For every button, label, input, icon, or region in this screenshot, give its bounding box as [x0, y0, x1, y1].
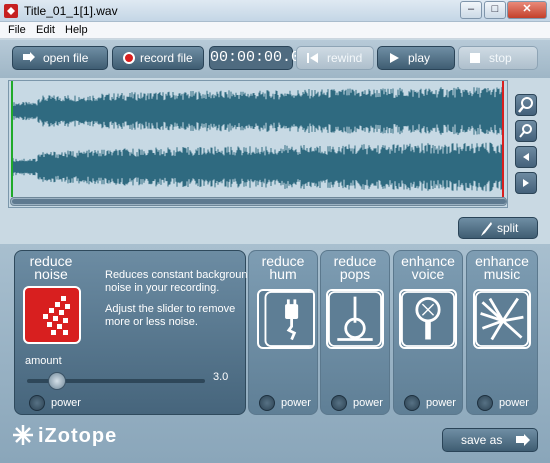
zoom-out-button[interactable]	[515, 120, 537, 142]
stop-icon	[470, 53, 480, 63]
close-button[interactable]: ✕	[507, 1, 547, 19]
microphone-icon[interactable]	[399, 289, 457, 349]
scroll-left-icon	[523, 153, 529, 161]
open-file-icon	[23, 52, 35, 62]
reduce-noise-title: reduce noise	[29, 253, 73, 282]
amount-slider-knob[interactable]	[48, 372, 67, 390]
menu-file[interactable]: File	[8, 24, 26, 36]
scroll-right-button[interactable]	[515, 172, 537, 194]
minimize-button[interactable]: –	[460, 1, 482, 19]
save-as-button[interactable]: save as	[442, 428, 538, 452]
zoom-in-button[interactable]	[515, 94, 537, 116]
waveform-scrollbar[interactable]	[10, 197, 507, 206]
play-label: play	[408, 51, 431, 65]
enhance-voice-title: enhance voice	[401, 253, 455, 282]
reduce-hum-power-button[interactable]	[259, 395, 275, 411]
izotope-logo-icon	[13, 425, 33, 445]
reduce-hum-power-label: power	[281, 397, 311, 409]
reduce-noise-desc-1: Reduces constant background noise in you…	[105, 269, 254, 294]
reduce-pops-power-button[interactable]	[331, 395, 347, 411]
enhance-voice-power-label: power	[426, 397, 456, 409]
open-file-label: open file	[43, 51, 89, 65]
transport-toolbar: open file record file 00:00:00.0 rewind …	[0, 40, 550, 78]
rewind-icon	[307, 53, 318, 63]
open-file-button[interactable]: open file	[12, 46, 108, 70]
reduce-noise-power-label: power	[51, 397, 81, 409]
amount-label: amount	[25, 355, 62, 367]
enhance-music-title: enhance music	[475, 253, 529, 282]
music-rays-icon[interactable]	[473, 289, 531, 349]
amount-value: 3.0	[213, 371, 229, 383]
reduce-hum-module[interactable]: reduce hum power	[248, 250, 318, 415]
scroll-left-button[interactable]	[515, 146, 537, 168]
enhance-music-power-label: power	[499, 397, 529, 409]
app-icon	[4, 4, 18, 18]
waveform-channel-1	[12, 87, 503, 135]
split-label: split	[497, 221, 519, 235]
stop-label: stop	[489, 51, 512, 65]
save-as-label: save as	[461, 433, 503, 447]
waveform-channel-2	[12, 142, 503, 192]
menu-bar: File Edit Help	[0, 22, 550, 39]
waveform-panel[interactable]	[8, 80, 508, 208]
record-icon	[123, 52, 135, 64]
plug-icon[interactable]	[257, 289, 315, 349]
reduce-noise-power-button[interactable]	[29, 395, 45, 411]
zoom-in-icon	[518, 97, 533, 113]
reduce-noise-desc-2: Adjust the slider to remove more or less…	[105, 303, 236, 328]
reduce-pops-module[interactable]: reduce pops power	[320, 250, 390, 415]
rewind-button[interactable]: rewind	[296, 46, 374, 70]
reduce-pops-title: reduce pops	[333, 253, 377, 282]
enhance-music-power-button[interactable]	[477, 395, 493, 411]
play-icon	[390, 53, 399, 63]
enhance-music-module[interactable]: enhance music power	[466, 250, 538, 415]
enhance-voice-module[interactable]: enhance voice power	[393, 250, 463, 415]
menu-help[interactable]: Help	[65, 24, 88, 36]
rewind-label: rewind	[327, 51, 363, 65]
title-bar: Title_01_1[1].wav – □ ✕	[0, 0, 550, 22]
record-file-button[interactable]: record file	[112, 46, 204, 70]
reduce-noise-description: Reduces constant background noise in you…	[105, 269, 257, 329]
turntable-icon[interactable]	[326, 289, 384, 349]
zoom-out-icon	[519, 124, 532, 138]
record-file-label: record file	[140, 51, 193, 65]
save-as-icon	[516, 434, 530, 446]
izotope-logo: iZotope	[38, 425, 118, 447]
app-window: Title_01_1[1].wav – □ ✕ File Edit Help o…	[0, 0, 550, 463]
reduce-hum-title: reduce hum	[261, 253, 305, 282]
reduce-noise-module[interactable]: reduce noise Reduces constant background…	[14, 250, 254, 415]
enhance-voice-power-button[interactable]	[404, 395, 420, 411]
stop-button[interactable]: stop	[458, 46, 538, 70]
window-title: Title_01_1[1].wav	[24, 4, 118, 18]
timecode-display: 00:00:00.0	[209, 46, 300, 70]
scrollbar-thumb[interactable]	[12, 199, 506, 204]
split-icon	[481, 222, 492, 236]
scroll-right-icon	[523, 179, 529, 187]
play-button[interactable]: play	[377, 46, 455, 70]
waveform[interactable]	[9, 81, 509, 197]
reduce-pops-power-label: power	[353, 397, 383, 409]
maximize-button[interactable]: □	[484, 1, 506, 19]
split-button[interactable]: split	[458, 217, 538, 239]
noise-icon[interactable]	[23, 286, 81, 344]
menu-edit[interactable]: Edit	[36, 24, 55, 36]
